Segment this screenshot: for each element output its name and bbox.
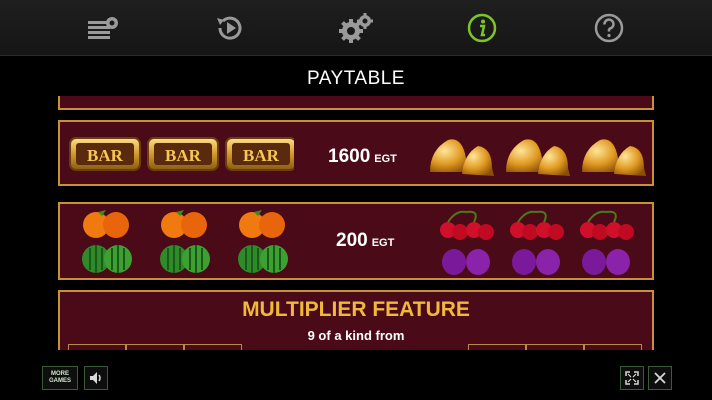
bar-symbol-group: BAR BAR BAR [69,137,294,171]
payout-amount: 200 [336,230,368,251]
info-button[interactable] [462,8,502,48]
bar-icon: BAR [225,137,294,171]
cherry-plum-icon [580,210,634,275]
svg-text:BAR: BAR [243,146,280,165]
orange-watermelon-group [82,210,288,273]
bells-icon [430,139,494,176]
question-icon [594,13,623,42]
speaker-icon [90,372,101,384]
page-title: PAYTABLE [307,68,405,89]
paytable-scroll-area[interactable]: BAR BAR BAR 1600 EGT 200 EGT MULTIPLIER … [0,96,712,350]
fullscreen-icon [625,371,639,385]
orange-watermelon-icon [160,210,210,273]
previous-row-panel [58,96,654,110]
payout-unit: EGT [371,237,395,249]
settings-button[interactable] [336,8,376,48]
cherry-plum-group [440,210,634,275]
replay-play-icon [216,16,242,40]
close-icon [654,372,666,384]
sound-button[interactable] [84,366,108,390]
stack-gear-icon [88,16,119,39]
gears-icon [338,12,373,43]
paytable-row-fruit: 200 EGT [58,202,654,280]
svg-text:BAR: BAR [165,146,202,165]
close-button[interactable] [648,366,672,390]
payout-unit: EGT [374,153,397,165]
more-games-label: GAMES [48,378,71,384]
multiplier-title: MULTIPLIER FEATURE [242,298,470,321]
help-button[interactable] [589,8,629,48]
cherry-plum-icon [510,210,564,275]
cherry-plum-icon [440,210,494,275]
bottom-bar: MORE GAMES [0,350,712,400]
info-icon [468,13,497,42]
multiplier-feature-panel: MULTIPLIER FEATURE 9 of a kind from [58,290,654,350]
payout-value: 1600 EGT [328,146,397,168]
orange-watermelon-icon [82,210,132,273]
orange-watermelon-icon [238,210,288,273]
payout-amount: 1600 [328,146,371,167]
bar-icon: BAR [147,137,219,171]
more-games-label: MORE [51,371,69,377]
paytable-row-bar: BAR BAR BAR 1600 EGT [58,120,654,186]
multiplier-subtitle: 9 of a kind from [307,328,405,343]
bar-icon: BAR [69,137,141,171]
svg-text:BAR: BAR [87,146,124,165]
fullscreen-button[interactable] [620,366,644,390]
menu-button[interactable] [83,8,123,48]
payout-value: 200 EGT [336,230,394,252]
bells-icon [506,139,570,176]
bell-symbol-group [430,139,646,176]
bells-icon [582,139,646,176]
more-games-button[interactable]: MORE GAMES [42,366,78,390]
top-nav-bar [0,0,712,56]
autoplay-button[interactable] [210,8,250,48]
